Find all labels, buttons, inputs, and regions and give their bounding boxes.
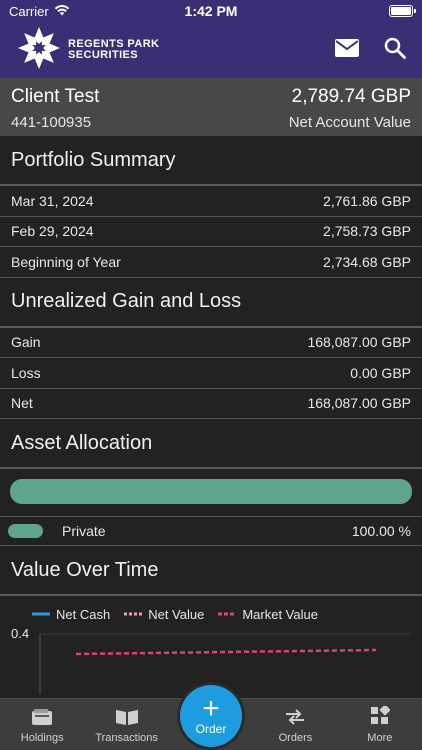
portfolio-summary-section: Portfolio Summary Mar 31, 2024 2,761.86 …: [0, 136, 422, 278]
summary-row: Feb 29, 2024 2,758.73 GBP: [0, 217, 422, 247]
gain-loss-section: Unrealized Gain and Loss Gain 168,087.00…: [0, 278, 422, 419]
tab-label: More: [367, 732, 393, 744]
row-label: Beginning of Year: [11, 253, 121, 270]
tab-label: Holdings: [20, 732, 64, 744]
brand-line-2: SECURITIES: [68, 49, 139, 61]
brand-logo: REGENTS PARK SECURITIES: [16, 25, 159, 76]
section-title: Value Over Time: [0, 546, 422, 596]
plus-icon: +: [202, 692, 220, 725]
mail-button[interactable]: [334, 37, 360, 63]
row-label: Loss: [11, 364, 41, 381]
value-chart[interactable]: 0.4: [0, 624, 422, 694]
mail-icon: [335, 38, 359, 62]
tab-label: Orders: [278, 732, 313, 744]
flower-logo-icon: [16, 25, 62, 76]
allocation-bar[interactable]: [10, 479, 412, 504]
tab-label: Transactions: [95, 732, 158, 744]
legend-dashed-line-icon: [218, 612, 237, 616]
row-value: 2,734.68 GBP: [323, 253, 411, 270]
legend-item[interactable]: Net Cash: [32, 607, 110, 622]
tab-transactions[interactable]: Transactions: [84, 699, 168, 750]
app-header: REGENTS PARK SECURITIES: [0, 22, 422, 78]
gain-loss-row: Loss 0.00 GBP: [0, 358, 422, 389]
search-button[interactable]: [382, 37, 408, 63]
asset-allocation-section: Asset Allocation Private 100.00 %: [0, 419, 422, 546]
allocation-percent: 100.00 %: [351, 523, 411, 539]
wifi-icon: [54, 4, 70, 19]
tab-orders[interactable]: Orders: [253, 699, 337, 750]
row-label: Gain: [11, 334, 41, 351]
summary-row: Mar 31, 2024 2,761.86 GBP: [0, 186, 422, 217]
legend-label: Net Value: [148, 606, 205, 622]
allocation-bar-container: [0, 469, 422, 516]
chart-plot: [39, 633, 410, 694]
wallet-icon: [31, 708, 53, 729]
allocation-legend-row[interactable]: Private 100.00 %: [0, 516, 422, 546]
status-left: Carrier: [9, 4, 70, 19]
legend-solid-line-icon: [32, 612, 50, 616]
row-value: 2,761.86 GBP: [323, 192, 411, 209]
row-value: 2,758.73 GBP: [323, 223, 411, 240]
order-button[interactable]: + Order: [180, 685, 242, 747]
legend-label: Net Cash: [56, 606, 111, 622]
client-account-bar: Client Test 441-100935 2,789.74 GBP Net …: [0, 78, 422, 136]
client-name: Client Test: [11, 86, 100, 107]
net-account-value-label: Net Account Value: [288, 114, 411, 131]
allocation-label: Private: [62, 523, 106, 539]
allocation-label-group: Private: [8, 523, 106, 539]
market-value-line: [75, 648, 377, 656]
row-label: Feb 29, 2024: [11, 223, 94, 240]
account-id: 441-100935: [11, 114, 92, 131]
row-value: 168,087.00 GBP: [307, 395, 411, 412]
section-title: Portfolio Summary: [0, 136, 422, 186]
allocation-swatch: [8, 524, 43, 538]
battery-icon: [389, 5, 416, 17]
order-label: Order: [195, 722, 227, 736]
client-info: Client Test 441-100935: [11, 86, 99, 136]
header-actions: [334, 37, 408, 63]
row-label: Mar 31, 2024: [11, 192, 94, 209]
summary-row: Beginning of Year 2,734.68 GBP: [0, 247, 422, 278]
row-value: 0.00 GBP: [350, 364, 411, 381]
gain-loss-row: Gain 168,087.00 GBP: [0, 328, 422, 358]
account-value: 2,789.74 GBP Net Account Value: [289, 86, 411, 136]
carrier-label: Carrier: [9, 3, 49, 19]
arrows-icon: [283, 708, 307, 729]
status-bar: Carrier 1:42 PM: [0, 0, 422, 22]
value-over-time-section: Value Over Time Net Cash Net Value Marke…: [0, 546, 422, 694]
brand-name: REGENTS PARK SECURITIES: [68, 39, 159, 61]
tab-more[interactable]: More: [338, 699, 422, 750]
row-value: 168,087.00 GBP: [307, 334, 411, 351]
row-label: Net: [11, 395, 33, 412]
search-icon: [384, 37, 406, 64]
section-title: Asset Allocation: [0, 419, 422, 469]
grid-icon: [370, 704, 391, 729]
net-account-value: 2,789.74 GBP: [291, 86, 411, 107]
section-title: Unrealized Gain and Loss: [0, 278, 422, 328]
legend-dotted-line-icon: [124, 612, 143, 616]
tab-holdings[interactable]: Holdings: [0, 699, 84, 750]
gain-loss-row: Net 168,087.00 GBP: [0, 389, 422, 419]
legend-label: Market Value: [242, 606, 318, 622]
book-icon: [115, 708, 139, 729]
legend-item[interactable]: Market Value: [218, 607, 318, 622]
chart-legend: Net Cash Net Value Market Value: [0, 596, 422, 624]
legend-item[interactable]: Net Value: [124, 607, 204, 622]
